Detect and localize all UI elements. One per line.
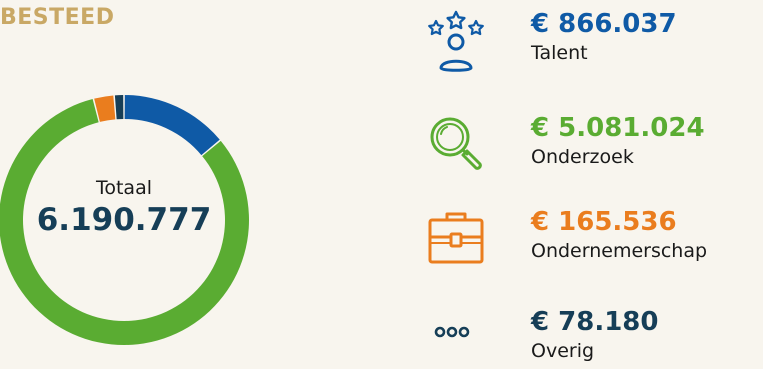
legend-value-talent: € 866.037 — [531, 9, 677, 39]
magnifier-icon — [430, 117, 482, 170]
chart-title: BESTEED — [0, 5, 115, 30]
three-dots-icon — [434, 326, 470, 338]
legend-label-ondernemerschap: Ondernemerschap — [531, 240, 708, 262]
donut-chart: Totaal 6.190.777 — [0, 95, 249, 345]
talent-stars-person-icon — [428, 10, 484, 72]
legend-label-talent: Talent — [531, 42, 588, 64]
toolbox-icon — [428, 212, 484, 264]
legend-value-ondernemerschap: € 165.536 — [531, 207, 677, 237]
donut-slice-talent — [124, 95, 220, 156]
legend-value-onderzoek: € 5.081.024 — [531, 113, 705, 143]
legend-value-overig: € 78.180 — [531, 307, 659, 337]
legend-label-overig: Overig — [531, 340, 595, 362]
total-label: Totaal — [95, 177, 152, 199]
donut-slice-overig — [114, 95, 124, 120]
legend-label-onderzoek: Onderzoek — [531, 146, 634, 168]
total-value: 6.190.777 — [37, 202, 212, 238]
